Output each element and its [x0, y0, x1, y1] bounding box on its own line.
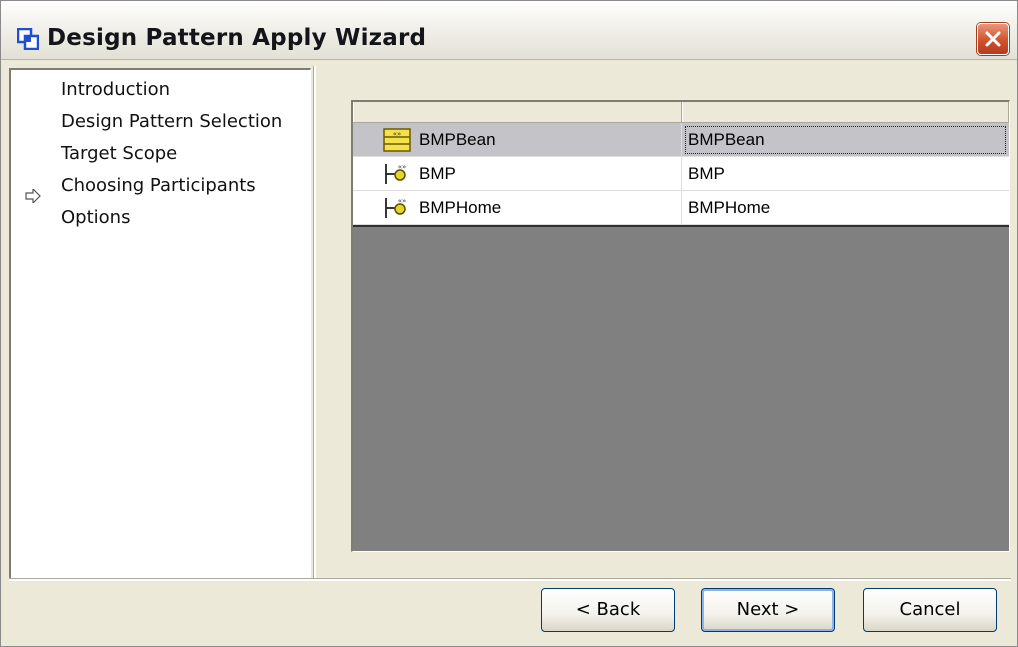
back-button[interactable]: < Back [541, 588, 675, 632]
table-row[interactable]: «» BMPBean BMPBean [353, 123, 1009, 157]
participant-name: BMPBean [353, 123, 682, 157]
panel-divider [313, 66, 316, 578]
current-step-arrow-icon [25, 189, 41, 203]
target-name[interactable]: BMPBean [682, 123, 1009, 157]
target-name[interactable]: BMP [682, 157, 1009, 191]
next-button[interactable]: Next > [701, 588, 835, 632]
table-row[interactable]: «» BMP BMP [353, 157, 1009, 191]
step-choosing-participants: Choosing Participants [61, 175, 256, 196]
step-target-scope: Target Scope [61, 143, 178, 164]
target-name[interactable]: BMPHome [682, 191, 1009, 225]
participants-table[interactable]: «» BMPBean BMPBean «» BMP BMP «» BMPHome [351, 100, 1010, 552]
column-header-target[interactable] [682, 102, 1009, 122]
wizard-app-icon [17, 28, 39, 50]
wizard-steps-panel: Introduction Design Pattern Selection Ta… [9, 68, 311, 581]
step-options: Options [61, 207, 131, 228]
cancel-button[interactable]: Cancel [863, 588, 997, 632]
participant-name: BMPHome [353, 191, 682, 225]
step-introduction: Introduction [61, 79, 171, 100]
title-bar[interactable]: Design Pattern Apply Wizard [1, 1, 1017, 60]
rows-bottom-border [353, 225, 1009, 227]
table-header [353, 102, 1009, 123]
table-row[interactable]: «» BMPHome BMPHome [353, 191, 1009, 225]
window-title: Design Pattern Apply Wizard [47, 25, 427, 51]
step-design-pattern-selection: Design Pattern Selection [61, 111, 283, 132]
button-bar-separator [9, 578, 1011, 581]
column-header-participant[interactable] [353, 102, 682, 122]
close-icon [985, 31, 1001, 47]
close-button[interactable] [977, 23, 1009, 55]
wizard-window: Design Pattern Apply Wizard Introduction… [0, 0, 1018, 647]
participant-name: BMP [353, 157, 682, 191]
